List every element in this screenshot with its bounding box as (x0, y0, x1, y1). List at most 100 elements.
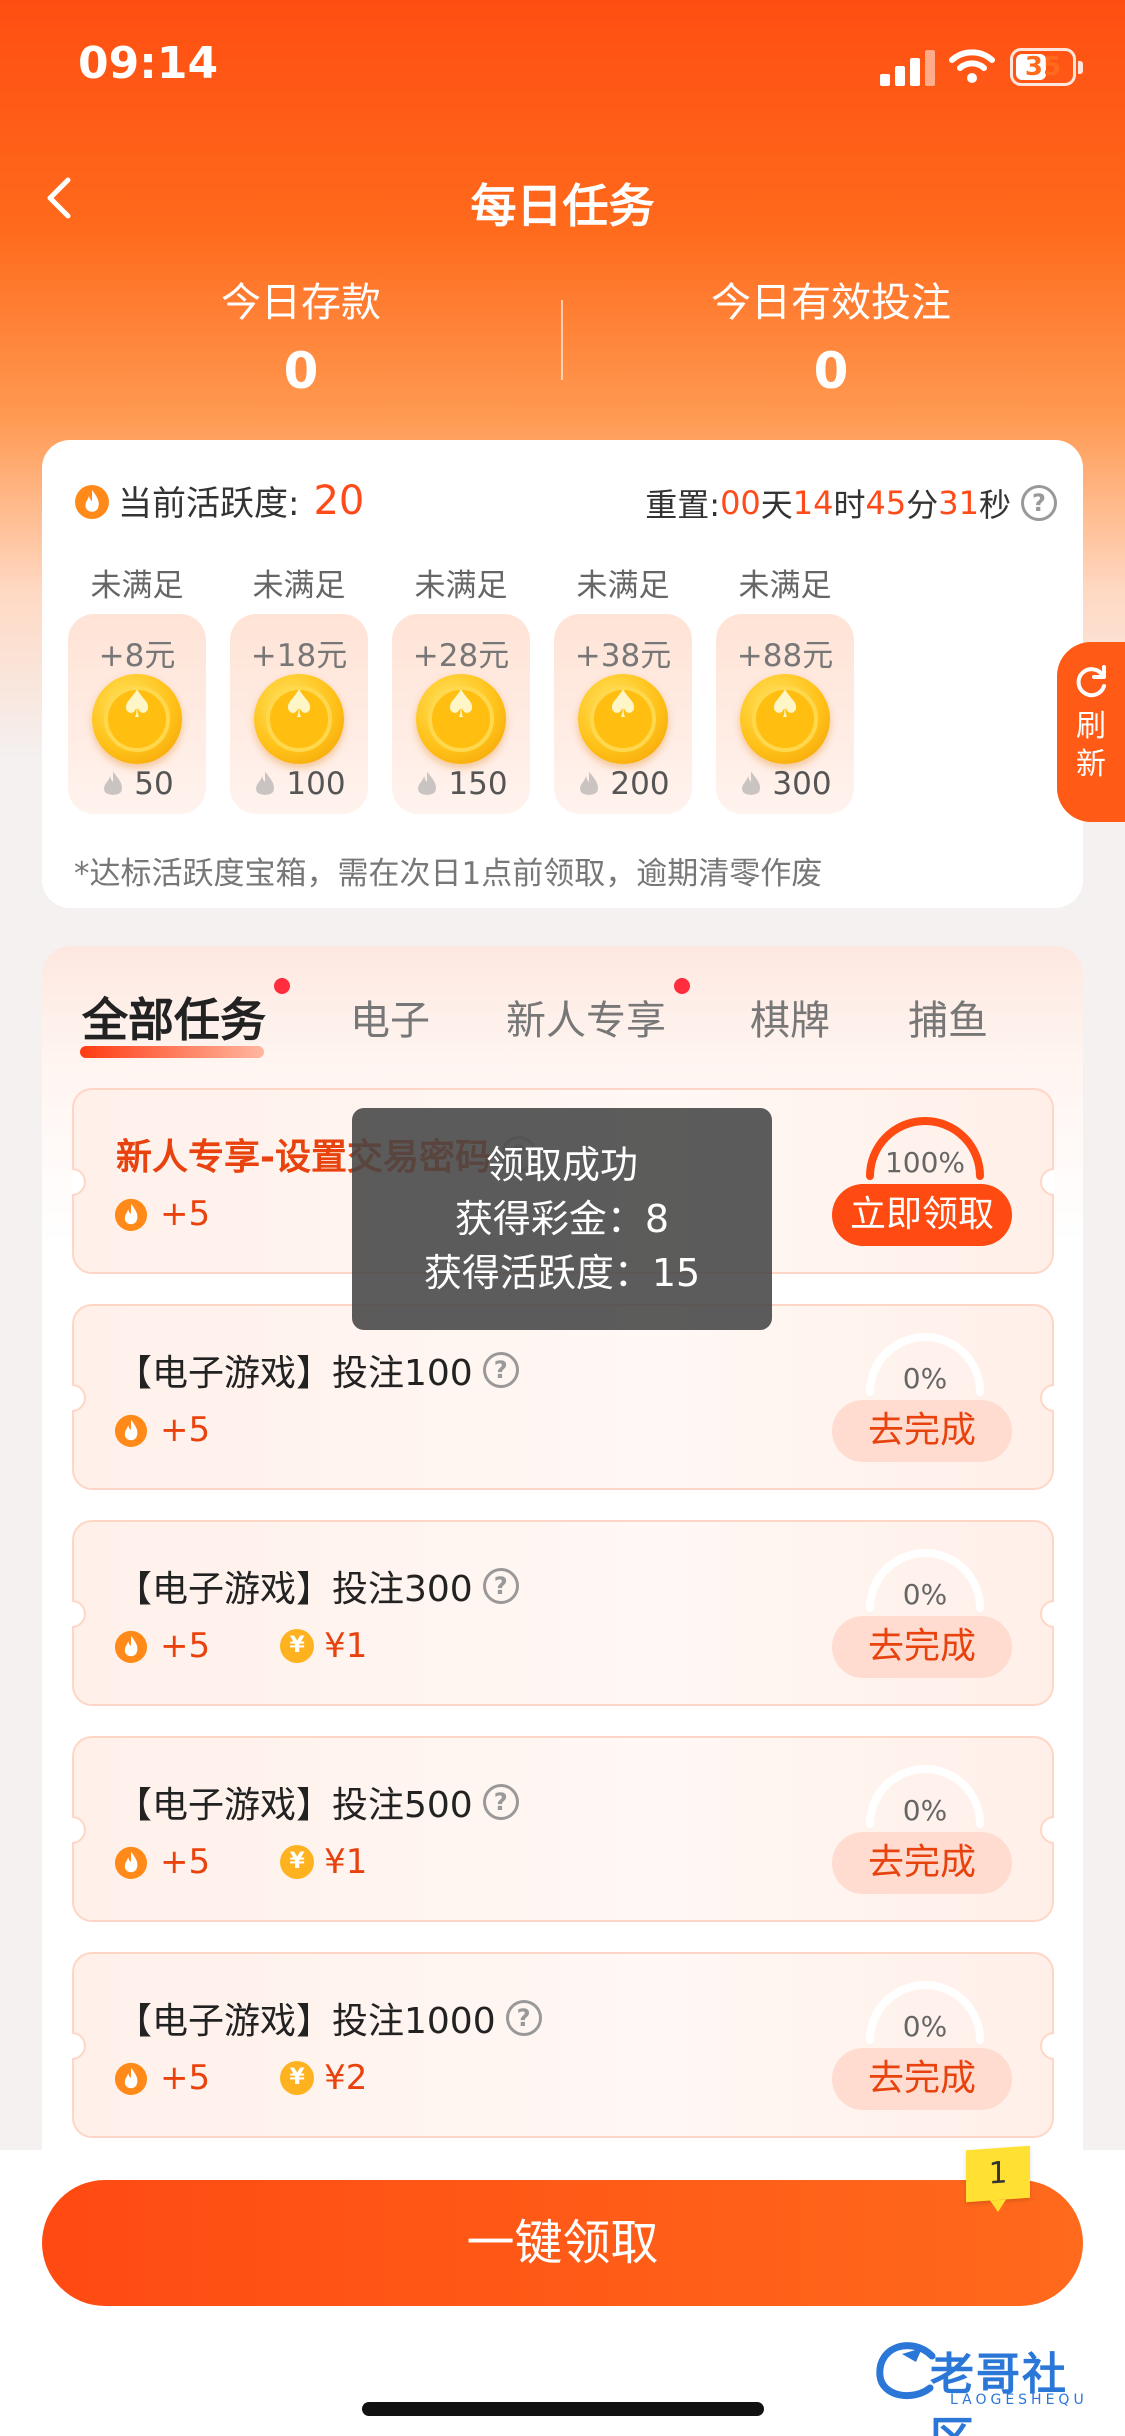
reward-status: 未满足 (90, 568, 184, 604)
task-card: 【电子游戏】投注100 ? +5 0% 去完成 (72, 1304, 1054, 1490)
flame-icon (580, 771, 599, 795)
reward-box: +38元 ♠ 200 (554, 614, 692, 814)
stat-label: 今日存款 (221, 280, 381, 326)
progress-gauge: 0% (860, 1320, 990, 1400)
reset-label: 重置: (645, 486, 721, 524)
progress-percent: 0% (902, 1362, 948, 1395)
reward-box: +18元 ♠ 100 (230, 614, 368, 814)
task-title-text: 【电子游戏】投注100 (116, 1353, 473, 1394)
reward-amount: +8元 (98, 638, 176, 674)
daily-stats: 今日存款 0 今日有效投注 0 (0, 270, 1125, 410)
flame-icon (114, 1846, 148, 1879)
help-icon[interactable]: ? (482, 1352, 519, 1388)
wifi-icon (949, 49, 995, 83)
task-money-reward: ¥1 (324, 1626, 368, 1666)
coin-icon: ♠ (740, 674, 830, 764)
reward-status: 未满足 (414, 568, 508, 604)
reward-requirement: 300 (716, 766, 854, 802)
reward-need-value: 100 (286, 766, 346, 802)
money-bag-icon: ¥ (280, 2061, 315, 2095)
claimable-count-badge: 1 (966, 2145, 1030, 2203)
coin-icon: ♠ (254, 674, 344, 764)
reward-box: +8元 ♠ 50 (68, 614, 206, 814)
claim-all-button[interactable]: 一键领取 (42, 2180, 1083, 2306)
tab-newcomer[interactable]: 新人专享 (506, 988, 666, 1046)
stat-value: 0 (283, 342, 319, 400)
reward-amount: +88元 (736, 638, 834, 674)
help-icon[interactable]: ? (482, 1568, 519, 1604)
reset-countdown: 重置: 00 天 14 时 45 分 31 秒 ? (645, 480, 1057, 526)
flame-icon (256, 771, 275, 795)
task-activity-reward: +5 (160, 1410, 211, 1450)
bottom-bar: 一键领取 1 老哥社区 LAOGESHEQU (0, 2145, 1125, 2436)
tab-fishing[interactable]: 捕鱼 (908, 988, 988, 1046)
reward-status: 未满足 (252, 568, 346, 604)
reward-chest[interactable]: 未满足 +18元 ♠ 100 (230, 560, 368, 814)
task-card: 【电子游戏】投注300 ? +5 ¥ ¥1 0% 去完成 (72, 1520, 1054, 1706)
reset-days-unit: 天 (760, 486, 793, 524)
reward-box: +88元 ♠ 300 (716, 614, 854, 814)
task-card: 【电子游戏】投注1000 ? +5 ¥ ¥2 0% 去完成 (72, 1952, 1054, 2138)
flame-icon (418, 771, 437, 795)
tab-chess-cards[interactable]: 棋牌 (750, 988, 830, 1046)
reward-requirement: 50 (68, 766, 206, 802)
tab-electronic[interactable]: 电子 (350, 988, 430, 1046)
go-complete-button[interactable]: 去完成 (832, 2048, 1012, 2110)
reward-need-value: 300 (772, 766, 832, 802)
reward-chest[interactable]: 未满足 +88元 ♠ 300 (716, 560, 854, 814)
success-toast: 领取成功 获得彩金：8 获得活跃度：15 (352, 1108, 772, 1330)
progress-gauge: 100% (860, 1104, 990, 1184)
flame-icon (114, 2062, 148, 2095)
task-title-text: 【电子游戏】投注500 (116, 1785, 473, 1826)
refresh-icon (1076, 665, 1106, 698)
flame-icon (742, 771, 761, 795)
task-rewards: +5 ¥ ¥2 (114, 2058, 367, 2098)
task-title-text: 【电子游戏】投注300 (116, 1569, 473, 1610)
reward-requirement: 200 (554, 766, 692, 802)
help-icon[interactable]: ? (482, 1784, 519, 1820)
flame-icon (114, 1630, 148, 1663)
tab-notification-dot (274, 978, 290, 994)
flame-icon (114, 1414, 148, 1447)
stat-value: 0 (813, 342, 849, 400)
refresh-button[interactable]: 刷 新 (1057, 642, 1125, 822)
reward-need-value: 150 (448, 766, 508, 802)
reward-chest[interactable]: 未满足 +38元 ♠ 200 (554, 560, 692, 814)
reward-box: +28元 ♠ 150 (392, 614, 530, 814)
task-activity-reward: +5 (160, 1842, 211, 1882)
reward-chest[interactable]: 未满足 +8元 ♠ 50 (68, 560, 206, 814)
activity-card: 当前活跃度: 20 重置: 00 天 14 时 45 分 31 秒 ? 未满足 +8元 … (42, 440, 1083, 908)
watermark-text: 老哥社区 (930, 2349, 1068, 2436)
watermark-logo: 老哥社区 LAOGESHEQU (872, 2332, 1112, 2436)
claim-now-button[interactable]: 立即领取 (832, 1184, 1012, 1246)
battery-level: 35 (1024, 52, 1062, 82)
task-title-text: 【电子游戏】投注1000 (116, 2001, 496, 2042)
activity-score: 20 (313, 477, 365, 524)
watermark-subtext: LAOGESHEQU (950, 2392, 1088, 2408)
tab-all-tasks[interactable]: 全部任务 (82, 984, 266, 1050)
status-time: 09:14 (78, 38, 219, 89)
reward-requirement: 150 (392, 766, 530, 802)
refresh-label-1: 刷 (1076, 709, 1106, 744)
progress-gauge: 0% (860, 1968, 990, 2048)
go-complete-button[interactable]: 去完成 (832, 1400, 1012, 1462)
reward-need-value: 200 (610, 766, 670, 802)
stat-label: 今日有效投注 (711, 280, 951, 326)
task-title: 【电子游戏】投注1000 ? (116, 1992, 542, 2044)
go-complete-button[interactable]: 去完成 (832, 1832, 1012, 1894)
help-icon[interactable]: ? (505, 2000, 542, 2036)
reward-amount: +38元 (574, 638, 672, 674)
reward-chest[interactable]: 未满足 +28元 ♠ 150 (392, 560, 530, 814)
stat-divider (561, 300, 563, 380)
battery-icon: 35 (1010, 48, 1083, 86)
activity-header: 当前活跃度: 20 (74, 476, 364, 525)
activity-note: *达标活跃度宝箱，需在次日1点前领取，逾期清零作废 (74, 856, 823, 892)
task-activity-reward: +5 (160, 1194, 211, 1234)
task-title: 【电子游戏】投注300 ? (116, 1560, 519, 1612)
home-indicator[interactable] (362, 2402, 764, 2416)
reward-status: 未满足 (738, 568, 832, 604)
task-rewards: +5 ¥ ¥1 (114, 1842, 367, 1882)
go-complete-button[interactable]: 去完成 (832, 1616, 1012, 1678)
help-icon[interactable]: ? (1021, 485, 1057, 521)
progress-gauge: 0% (860, 1752, 990, 1832)
